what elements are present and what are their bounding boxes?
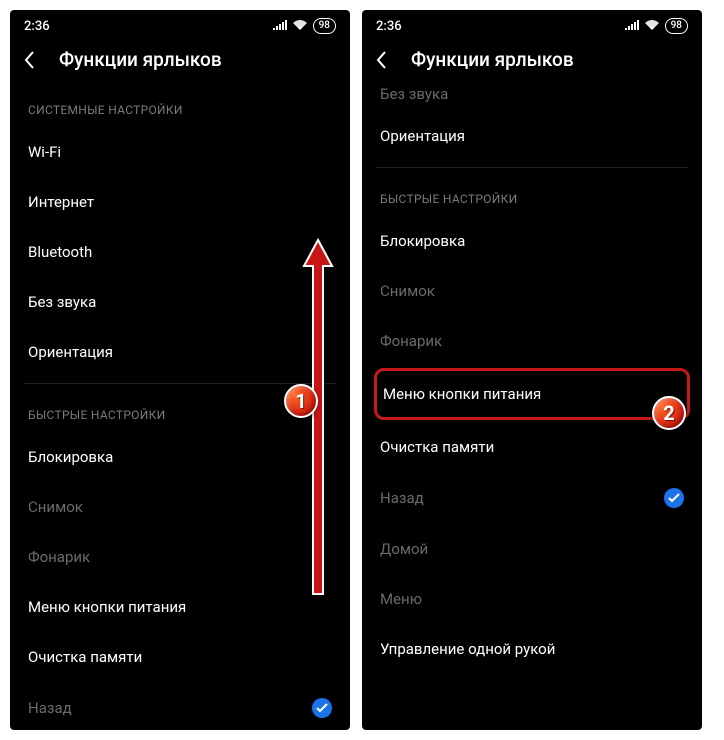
header: Функции ярлыков [10, 38, 350, 85]
item-internet[interactable]: Интернет [24, 177, 336, 227]
item-home[interactable]: Домой [376, 524, 688, 574]
page-title: Функции ярлыков [59, 48, 222, 71]
page-title: Функции ярлыков [411, 48, 574, 71]
item-clearmem[interactable]: Очистка памяти [376, 422, 688, 472]
item-screenshot[interactable]: Снимок [24, 482, 336, 532]
status-time: 2:36 [24, 19, 50, 34]
status-time: 2:36 [376, 19, 402, 34]
item-powermenu[interactable]: Меню кнопки питания [24, 582, 336, 632]
item-flashlight[interactable]: Фонарик [376, 316, 688, 366]
check-icon [664, 488, 684, 508]
item-lock[interactable]: Блокировка [24, 432, 336, 482]
wifi-icon [645, 19, 659, 34]
step-badge-1: 1 [284, 384, 318, 418]
wifi-icon [293, 19, 307, 34]
statusbar: 2:36 98 [10, 10, 350, 38]
item-wifi[interactable]: Wi-Fi [24, 127, 336, 177]
divider [24, 383, 336, 384]
phone-screen-right: 2:36 98 Функции ярлыков Без звука Ориент… [362, 10, 702, 730]
status-right: 98 [625, 18, 688, 34]
phone-screen-left: 2:36 98 Функции ярлыков СИСТЕМНЫЕ НАСТРО… [10, 10, 350, 730]
item-bluetooth[interactable]: Bluetooth [24, 227, 336, 277]
section-system-settings: СИСТЕМНЫЕ НАСТРОЙКИ [24, 85, 336, 127]
back-icon[interactable] [24, 51, 35, 69]
divider [376, 167, 688, 168]
battery-indicator: 98 [313, 18, 336, 34]
item-silent-cutoff[interactable]: Без звука [376, 85, 688, 111]
item-clearmem[interactable]: Очистка памяти [24, 632, 336, 682]
item-back-row[interactable]: Назад [376, 472, 688, 524]
section-quick-settings: БЫСТРЫЕ НАСТРОЙКИ [376, 174, 688, 216]
item-orientation[interactable]: Ориентация [24, 327, 336, 377]
step-badge-2: 2 [652, 396, 686, 430]
signal-icon [273, 19, 287, 34]
item-menu[interactable]: Меню [376, 574, 688, 624]
content-right: Без звука Ориентация БЫСТРЫЕ НАСТРОЙКИ Б… [362, 85, 702, 674]
signal-icon [625, 19, 639, 34]
header: Функции ярлыков [362, 38, 702, 85]
item-onehand[interactable]: Управление одной рукой [376, 624, 688, 674]
statusbar: 2:36 98 [362, 10, 702, 38]
item-orientation[interactable]: Ориентация [376, 111, 688, 161]
back-icon[interactable] [376, 51, 387, 69]
highlight-powermenu: Меню кнопки питания [374, 368, 690, 420]
item-silent[interactable]: Без звука [24, 277, 336, 327]
status-right: 98 [273, 18, 336, 34]
check-icon [312, 698, 332, 718]
item-screenshot[interactable]: Снимок [376, 266, 688, 316]
item-lock[interactable]: Блокировка [376, 216, 688, 266]
item-back-row[interactable]: Назад [24, 682, 336, 730]
item-powermenu[interactable]: Меню кнопки питания [377, 371, 687, 417]
battery-indicator: 98 [665, 18, 688, 34]
item-flashlight[interactable]: Фонарик [24, 532, 336, 582]
